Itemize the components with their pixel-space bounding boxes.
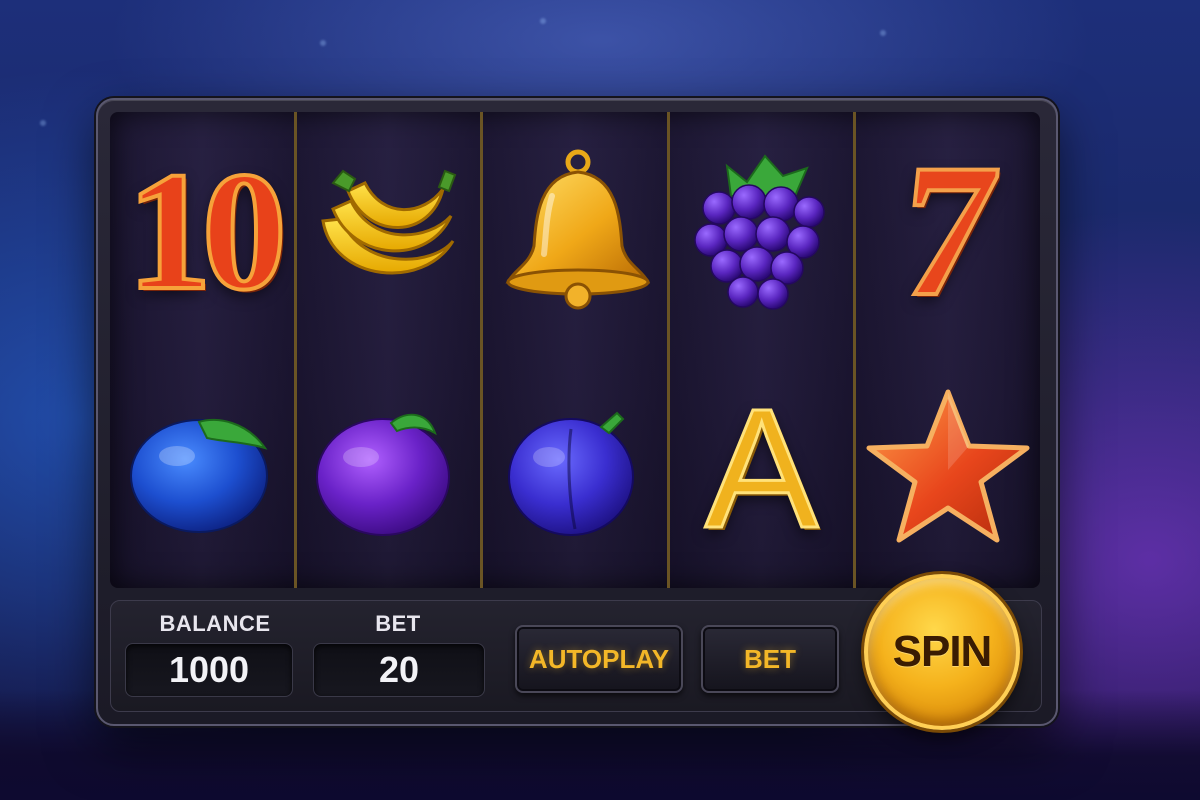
reel-5: 7	[856, 112, 1040, 588]
bet-label: BET	[375, 611, 421, 636]
plum-icon	[316, 413, 451, 536]
reel-3-bottom-cell	[483, 350, 667, 588]
background-sparkle	[320, 40, 326, 46]
ace-symbol: A	[703, 374, 819, 564]
reel-4-bottom-cell: A	[670, 350, 854, 588]
reel-5-bottom-cell	[856, 350, 1040, 588]
banana-icon	[321, 169, 457, 275]
bet-button[interactable]: BET	[701, 625, 839, 693]
background-sparkle	[40, 120, 46, 126]
background-sparkle	[540, 18, 546, 24]
reel-5-top-cell: 7	[856, 112, 1040, 350]
autoplay-button[interactable]: AUTOPLAY	[515, 625, 683, 693]
bell-icon	[505, 149, 650, 310]
bet-value: 20	[313, 643, 485, 697]
grapes-icon	[693, 154, 825, 310]
spin-button[interactable]: SPIN	[864, 574, 1020, 730]
plum-icon	[129, 418, 268, 533]
background-sparkle	[880, 30, 886, 36]
reel-1-bottom-cell	[110, 350, 294, 588]
reel-1-top-cell: 10	[110, 112, 294, 350]
reel-4: A	[669, 112, 857, 588]
reel-2	[296, 112, 484, 588]
seven-symbol: 7	[888, 124, 1009, 338]
reel-3	[483, 112, 670, 588]
plum-icon	[507, 411, 634, 536]
reel-2-top-cell	[297, 112, 481, 350]
star-icon	[866, 389, 1030, 543]
reel-1: 10	[110, 112, 297, 588]
balance-label: BALANCE	[159, 611, 271, 636]
reel-3-top-cell	[483, 112, 667, 350]
reel-4-top-cell	[670, 112, 854, 350]
ten-symbol: 10	[125, 137, 289, 325]
balance-value: 1000	[125, 643, 293, 697]
reel-2-bottom-cell	[297, 350, 481, 588]
reels-area: 10 A 7	[110, 112, 1040, 588]
